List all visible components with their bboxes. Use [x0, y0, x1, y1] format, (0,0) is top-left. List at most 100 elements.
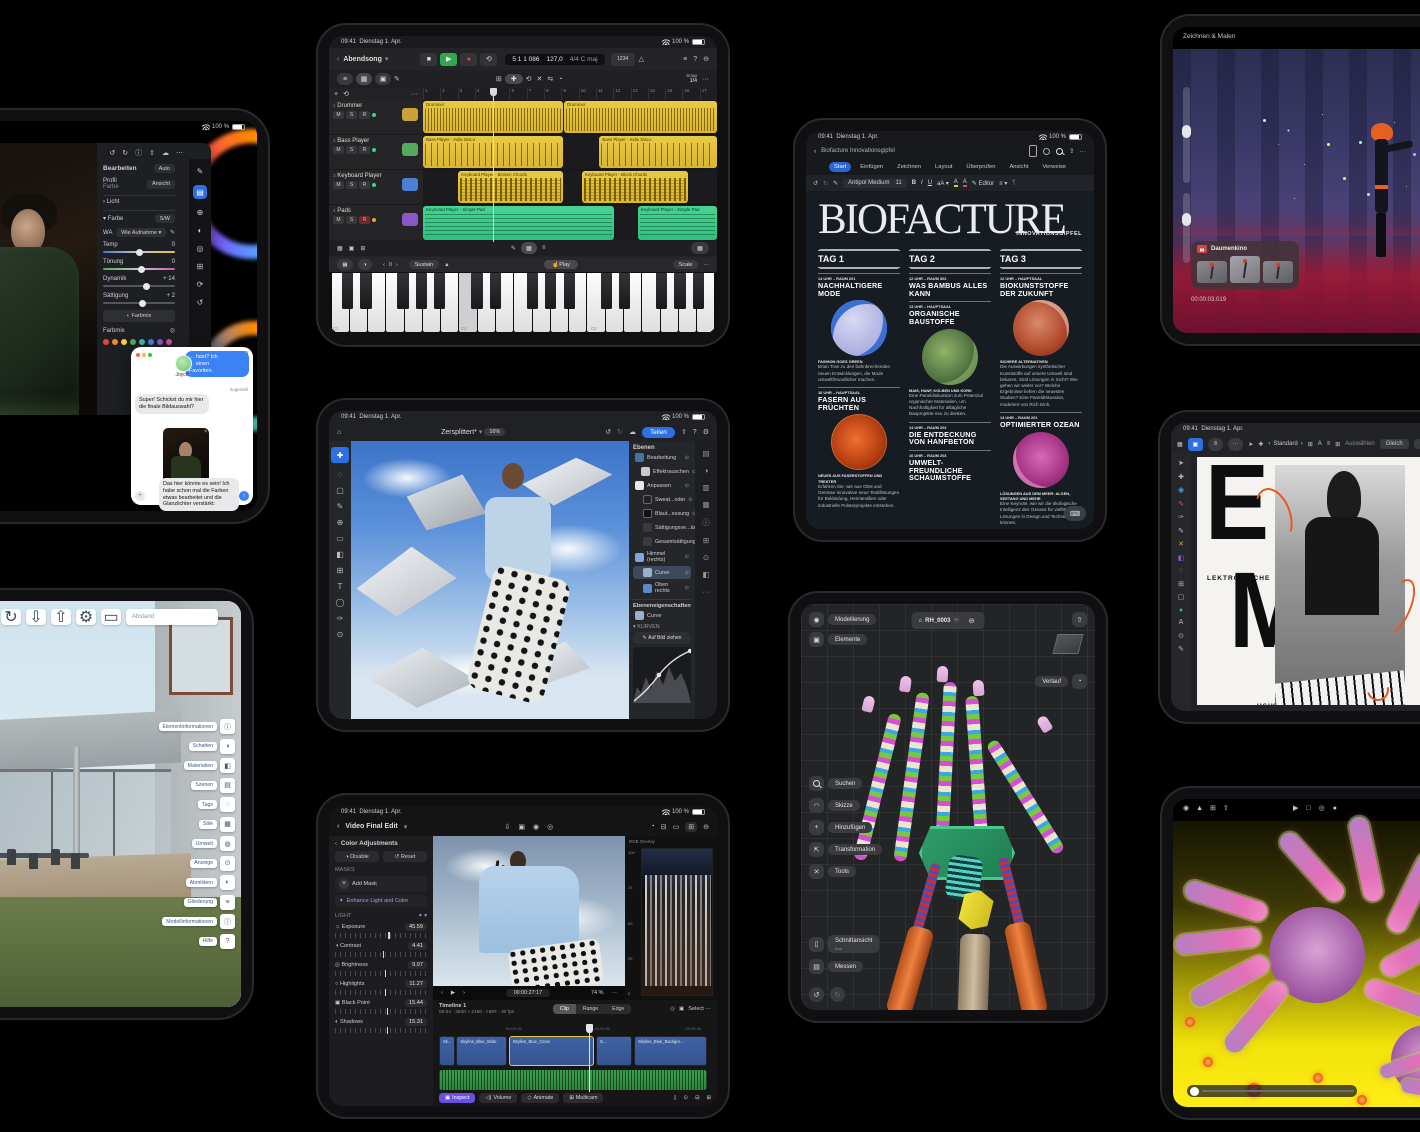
track-header-keys[interactable]: 3 Keyboard PlayerMSR: [329, 170, 423, 205]
fill-bucket-icon[interactable]: ◧: [1178, 554, 1185, 562]
piano-black-key[interactable]: [564, 273, 575, 309]
share-icon[interactable]: ⇧: [149, 148, 155, 158]
step-back-icon[interactable]: ‹: [441, 990, 443, 996]
duplicate-icon[interactable]: ⊞: [1335, 441, 1340, 448]
pen-tool-icon[interactable]: ✑: [337, 614, 344, 623]
undo-icon[interactable]: ↺: [809, 987, 824, 1002]
dual-view-icon[interactable]: ▭: [673, 823, 680, 831]
render-icon[interactable]: ●: [1333, 805, 1337, 812]
tab-verweise[interactable]: Verweise: [1037, 162, 1071, 172]
scale-button[interactable]: Scale: [673, 260, 699, 269]
faders-icon[interactable]: ≡: [542, 245, 546, 251]
redo-icon[interactable]: ↻: [830, 987, 845, 1002]
piano-black-key[interactable]: [656, 273, 667, 309]
document-pill[interactable]: ⌂RH_0003⟲⊖: [911, 612, 984, 629]
help-icon[interactable]: ?: [693, 429, 697, 436]
mute-button[interactable]: M: [333, 181, 344, 189]
panel-button-row[interactable]: Gliederung≡: [184, 895, 235, 910]
gradient-tool-icon[interactable]: ✎: [1178, 645, 1184, 653]
zoom-level[interactable]: 16%: [484, 428, 505, 436]
play-icon[interactable]: ▶: [1293, 804, 1298, 812]
wa-dropdown[interactable]: Wie Aufnahme ▾: [116, 228, 166, 237]
pads-icon[interactable]: ⊞: [360, 245, 365, 252]
mute-button[interactable]: M: [333, 146, 344, 154]
piano-black-key[interactable]: [619, 273, 630, 309]
enhance-button[interactable]: ✦Enhance Light and Color: [335, 895, 427, 907]
edit-tool-icon[interactable]: ✎: [197, 167, 204, 176]
piano-black-key[interactable]: [601, 273, 612, 309]
project-title[interactable]: Abendsong: [343, 56, 382, 63]
outline-icon[interactable]: ≡: [220, 895, 235, 910]
settings-icon[interactable]: ⚙: [76, 609, 96, 625]
redo-icon[interactable]: ↻: [1, 609, 21, 625]
camera2-icon[interactable]: ▣: [679, 1006, 684, 1012]
measurement-field[interactable]: Abstand: [126, 609, 218, 625]
comments-icon[interactable]: ▦: [702, 500, 709, 509]
pencil-icon[interactable]: ✎: [511, 245, 516, 252]
render-canvas[interactable]: [1173, 821, 1420, 1107]
verlauf-button[interactable]: Verlauf: [1035, 676, 1068, 687]
lasso-tool-icon[interactable]: ◌: [338, 470, 343, 479]
font-color-button[interactable]: A: [963, 179, 967, 187]
region[interactable]: Keyboard Player - Simple Pad: [423, 206, 614, 240]
info-icon[interactable]: ⓘ: [135, 148, 142, 158]
presets-tool-icon[interactable]: ▤: [193, 185, 207, 199]
play-mode-button[interactable]: ☝ Play: [544, 260, 578, 269]
progress-knob[interactable]: [1190, 1087, 1199, 1096]
layer-row[interactable]: Anpassen⊙: [633, 479, 691, 492]
eyedropper-icon[interactable]: ✎: [170, 229, 175, 236]
preset-select[interactable]: ‹Standard›: [1268, 441, 1302, 447]
sw-button[interactable]: S/W: [155, 214, 175, 223]
layers-icon[interactable]: ▥: [702, 483, 709, 492]
share-icon[interactable]: ⇧: [1069, 147, 1074, 155]
soften-icon[interactable]: ◐: [220, 875, 235, 890]
panel-button-row[interactable]: Umwelt◍: [192, 836, 235, 851]
keyboard-dismiss-button[interactable]: ⌨: [1064, 506, 1086, 521]
device-icon[interactable]: ▭: [101, 609, 121, 625]
text-tool-icon[interactable]: A: [1179, 619, 1184, 626]
lightbulb-icon[interactable]: [1043, 148, 1050, 155]
piano-black-key[interactable]: [545, 273, 556, 309]
materials-icon[interactable]: ◧: [220, 758, 235, 773]
scopes-icon[interactable]: ⊟: [661, 823, 667, 831]
tracks-view-icon[interactable]: ≡: [337, 73, 353, 85]
piano-black-key[interactable]: [693, 273, 704, 309]
record-enable-button[interactable]: R: [359, 146, 370, 154]
piano-black-key[interactable]: [397, 273, 408, 309]
color-dot[interactable]: [157, 339, 163, 345]
regions-view-icon[interactable]: ▦: [356, 73, 372, 85]
piano-black-key[interactable]: [674, 273, 685, 309]
undo-icon[interactable]: ↺: [605, 428, 611, 436]
tab-zeichnen[interactable]: Zeichnen: [892, 162, 926, 172]
ink-icon[interactable]: ✎: [833, 180, 838, 187]
settings-icon[interactable]: ⚙: [703, 428, 709, 436]
drag-to-image-button[interactable]: ✎ Auf Bild ziehen: [633, 632, 691, 644]
cycle-button[interactable]: ⟲: [480, 53, 497, 66]
export-icon[interactable]: ⇧: [1072, 612, 1087, 627]
split-keys-icon[interactable]: ◑: [358, 259, 372, 270]
region[interactable]: Bass Player - Indie Disco: [599, 136, 717, 168]
help-icon[interactable]: ?: [220, 934, 235, 949]
eye-icon[interactable]: ⊙: [685, 483, 689, 489]
join-tool-icon[interactable]: ⇆: [547, 75, 553, 83]
bold-button[interactable]: B: [912, 180, 916, 186]
transformation-row[interactable]: ⇱Transformation: [809, 842, 882, 857]
timeline-ruler[interactable]: 1234567891011121314151617: [423, 88, 717, 100]
licht-section[interactable]: › Licht: [103, 199, 119, 205]
octave-control[interactable]: ‹0›: [383, 262, 398, 268]
curves-section[interactable]: ▾ KURVEN: [633, 624, 691, 630]
automation-icon[interactable]: ✎: [394, 75, 400, 83]
lock-icon[interactable]: ▲: [444, 262, 449, 268]
share-icon[interactable]: ⇧: [1223, 804, 1229, 812]
edit-mode-segment[interactable]: ClipRangeEdge: [553, 1004, 631, 1014]
camera-icon[interactable]: ▣: [518, 823, 525, 831]
loops-view-icon[interactable]: ▣: [375, 73, 391, 85]
animation-canvas[interactable]: [1173, 49, 1420, 333]
share-button[interactable]: Teilen: [642, 427, 675, 438]
eye-icon[interactable]: ⊙: [685, 570, 689, 576]
send-button[interactable]: ↑: [239, 491, 249, 501]
cube-icon[interactable]: ▣: [809, 632, 824, 647]
transform-icon[interactable]: ⊞: [1308, 441, 1313, 448]
record-enable-button[interactable]: R: [359, 216, 370, 224]
cloud-icon[interactable]: ☁: [629, 428, 636, 436]
